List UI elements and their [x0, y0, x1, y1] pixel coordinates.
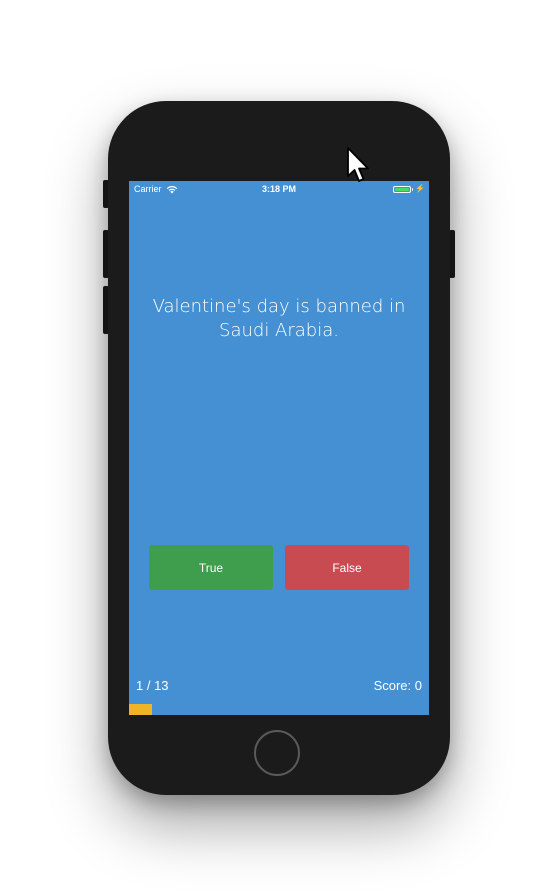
true-button[interactable]: True [149, 545, 273, 590]
progress-bar [129, 704, 429, 715]
question-progress-label: 1 / 13 [136, 678, 169, 693]
battery-fill [394, 187, 409, 191]
pointer-cursor-icon [347, 147, 369, 182]
battery-tip [411, 187, 414, 191]
battery-icon: ⚡ [392, 184, 425, 193]
progress-bar-fill [129, 704, 153, 715]
home-button[interactable] [254, 730, 300, 776]
stage: Carrier 3:18 PM ⚡ Valentine's day is ban… [0, 0, 558, 896]
status-bar: Carrier 3:18 PM ⚡ [129, 181, 429, 197]
bolt-icon: ⚡ [415, 184, 425, 193]
app-screen: Carrier 3:18 PM ⚡ Valentine's day is ban… [129, 181, 429, 715]
score-label: Score: 0 [373, 678, 422, 693]
battery-body [392, 185, 411, 193]
question-text: Valentine's day is banned in Saudi Arabi… [152, 296, 406, 341]
status-time: 3:18 PM [261, 184, 296, 194]
false-button[interactable]: False [285, 545, 409, 590]
